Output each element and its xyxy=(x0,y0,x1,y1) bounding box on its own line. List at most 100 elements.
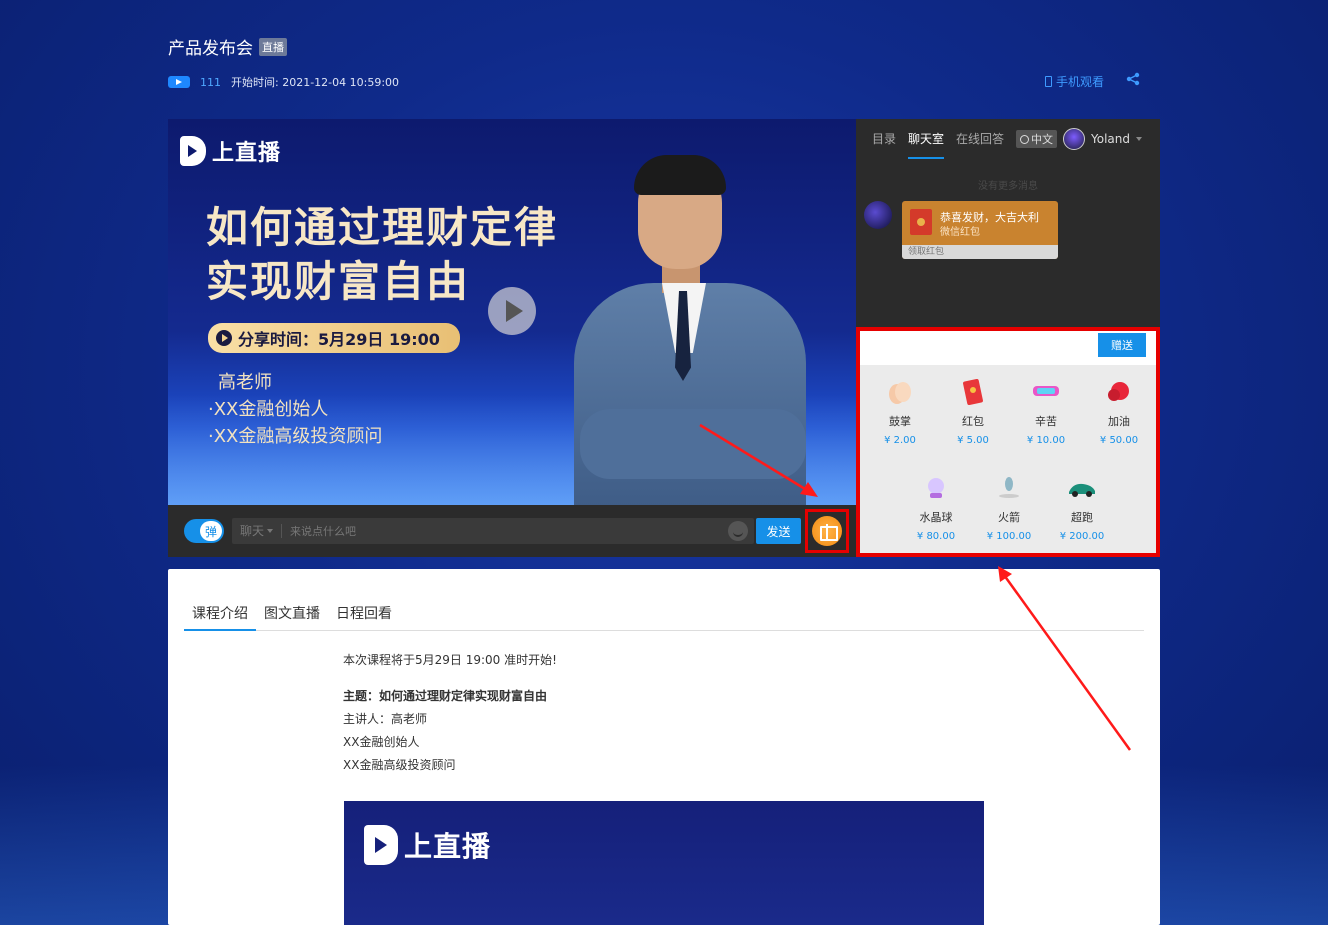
live-badge: 直播 xyxy=(259,37,287,56)
gift-item-clap[interactable]: 鼓掌 ¥ 2.00 xyxy=(870,379,930,446)
page-header: 产品发布会 直播 111 开始时间: 2021-12-04 10:59:00 手… xyxy=(168,34,1160,94)
phone-icon xyxy=(1044,76,1052,87)
no-more-messages: 没有更多消息 xyxy=(978,181,1038,192)
video-player: 上直播 如何通过理财定律 实现财富自由 分享时间：5月29日 19:00 高老师… xyxy=(168,119,856,557)
course-banner-image: 上直播 xyxy=(344,801,984,925)
brand-name: 上直播 xyxy=(212,141,282,166)
headline-line1: 如何通过理财定律 xyxy=(206,203,559,252)
chevron-down-icon xyxy=(267,529,274,533)
course-intro: 本次课程将于5月29日 19:00 准时开始! 主题：如何通过理财定律实现财富自… xyxy=(343,649,557,777)
red-envelope-icon xyxy=(910,209,932,235)
chat-input-wrap: 聊天 xyxy=(232,518,754,544)
thanks-sign-icon xyxy=(1033,386,1059,396)
gift-name: 红包 xyxy=(962,415,984,428)
user-menu[interactable]: Yoland xyxy=(1063,128,1142,150)
tab-course-intro[interactable]: 课程介绍 xyxy=(184,603,256,631)
mobile-watch-link[interactable]: 手机观看 xyxy=(1044,73,1104,90)
gift-item-thanks[interactable]: 辛苦 ¥ 10.00 xyxy=(1016,379,1076,446)
gift-panel-header: 赠送 xyxy=(860,331,1156,365)
red-packet-card[interactable]: 恭喜发财，大吉大利 微信红包 领取红包 xyxy=(902,201,1058,259)
gift-name: 鼓掌 xyxy=(889,415,911,428)
side-panel: 目录 聊天室 在线回答 中文 Yoland 没有更多消息 恭喜发财，大吉大利 微… xyxy=(856,119,1160,557)
gift-name: 加油 xyxy=(1108,415,1130,428)
content-tabs: 课程介绍 图文直播 日程回看 xyxy=(184,603,1144,631)
share-time: 分享时间：5月29日 19:00 xyxy=(238,330,440,349)
speaker-info: 高老师 ·XX金融创始人 ·XX金融高级投资顾问 xyxy=(208,369,382,450)
gift-icon[interactable] xyxy=(812,516,842,546)
gift-price: ¥ 2.00 xyxy=(884,435,916,446)
play-button[interactable] xyxy=(488,287,536,335)
brand-logo: 上直播 xyxy=(180,135,281,167)
globe-icon xyxy=(1020,134,1030,144)
gift-price: ¥ 5.00 xyxy=(957,435,989,446)
intro-title1: XX金融创始人 xyxy=(343,735,420,749)
chat-input[interactable] xyxy=(282,524,728,538)
chat-mode-select[interactable]: 聊天 xyxy=(232,524,283,538)
gift-item-sports-car[interactable]: 超跑 ¥ 200.00 xyxy=(1052,475,1112,542)
intro-title2: XX金融高级投资顾问 xyxy=(343,758,456,772)
rocket-icon xyxy=(999,477,1019,498)
avatar xyxy=(1063,128,1085,150)
chat-message: 恭喜发财，大吉大利 微信红包 领取红包 xyxy=(864,201,1058,259)
gift-price: ¥ 200.00 xyxy=(1059,531,1105,542)
viewers-icon xyxy=(168,76,190,88)
tab-chatroom[interactable]: 聊天室 xyxy=(908,119,945,159)
boxing-glove-icon xyxy=(1108,382,1129,401)
gift-price: ¥ 80.00 xyxy=(916,531,956,542)
speaker-name: 高老师 xyxy=(218,372,272,393)
send-button[interactable]: 发送 xyxy=(756,518,801,544)
brand-logo-icon xyxy=(364,825,398,865)
language-select[interactable]: 中文 xyxy=(1016,130,1058,148)
emoji-icon[interactable] xyxy=(728,521,748,541)
video-frame[interactable]: 上直播 如何通过理财定律 实现财富自由 分享时间：5月29日 19:00 高老师… xyxy=(168,119,856,505)
tab-online-qa[interactable]: 在线回答 xyxy=(956,119,1004,159)
crystal-ball-icon xyxy=(928,478,944,498)
gift-item-rocket[interactable]: 火箭 ¥ 100.00 xyxy=(979,475,1039,542)
red-packet-subtitle: 微信红包 xyxy=(940,227,980,238)
mobile-watch-label: 手机观看 xyxy=(1055,75,1104,89)
gift-item-crystal-ball[interactable]: 水晶球 ¥ 80.00 xyxy=(906,475,966,542)
gift-panel: 赠送 鼓掌 ¥ 2.00 红包 ¥ 5.00 辛苦 ¥ 10.00 加油 ¥ 5… xyxy=(856,327,1160,557)
side-tabs: 目录 聊天室 在线回答 中文 Yoland xyxy=(856,119,1160,159)
gift-button-highlight xyxy=(805,509,849,553)
tab-graphic-live[interactable]: 图文直播 xyxy=(256,603,328,631)
tab-catalog[interactable]: 目录 xyxy=(872,119,896,159)
chat-bar: 弹 聊天 发送 xyxy=(168,505,856,557)
viewer-count: 111 xyxy=(200,75,221,89)
red-packet-claim: 领取红包 xyxy=(902,245,1058,259)
gift-name: 超跑 xyxy=(1071,511,1093,524)
danmu-toggle[interactable]: 弹 xyxy=(184,519,224,543)
course-content: 课程介绍 图文直播 日程回看 本次课程将于5月29日 19:00 准时开始! 主… xyxy=(168,569,1160,925)
gift-name: 辛苦 xyxy=(1035,415,1057,428)
gift-price: ¥ 50.00 xyxy=(1099,435,1139,446)
gift-item-cheer[interactable]: 加油 ¥ 50.00 xyxy=(1089,379,1149,446)
share-time-pill: 分享时间：5月29日 19:00 xyxy=(208,323,460,353)
gift-price: ¥ 100.00 xyxy=(986,531,1032,542)
brand-logo: 上直播 xyxy=(364,825,491,865)
share-icon[interactable] xyxy=(1126,72,1140,90)
start-time: 开始时间: 2021-12-04 10:59:00 xyxy=(231,76,400,89)
brand-name: 上直播 xyxy=(404,830,492,863)
speaker-title1: ·XX金融创始人 xyxy=(208,399,329,420)
page-title: 产品发布会 xyxy=(168,39,253,59)
presenter-image xyxy=(574,155,834,505)
tab-schedule-replay[interactable]: 日程回看 xyxy=(328,603,400,631)
play-circle-icon xyxy=(216,330,232,346)
gift-price: ¥ 10.00 xyxy=(1026,435,1066,446)
language-label: 中文 xyxy=(1031,133,1054,146)
username: Yoland xyxy=(1091,132,1130,146)
avatar xyxy=(864,201,892,229)
intro-presenter: 主讲人：高老师 xyxy=(343,712,428,726)
sports-car-icon xyxy=(1069,483,1095,497)
gift-item-red-envelope[interactable]: 红包 ¥ 5.00 xyxy=(943,378,1003,446)
clap-icon xyxy=(889,382,911,404)
chat-mode-label: 聊天 xyxy=(240,524,265,538)
gift-name: 水晶球 xyxy=(919,511,953,524)
intro-line: 本次课程将于5月29日 19:00 准时开始! xyxy=(343,653,557,667)
chevron-down-icon xyxy=(1136,137,1142,141)
gift-grid: 鼓掌 ¥ 2.00 红包 ¥ 5.00 辛苦 ¥ 10.00 加油 ¥ 50.0… xyxy=(860,365,1156,553)
red-envelope-icon xyxy=(963,378,983,406)
speaker-title2: ·XX金融高级投资顾问 xyxy=(208,426,383,447)
brand-logo-icon xyxy=(180,136,206,166)
give-gift-button[interactable]: 赠送 xyxy=(1098,333,1146,357)
